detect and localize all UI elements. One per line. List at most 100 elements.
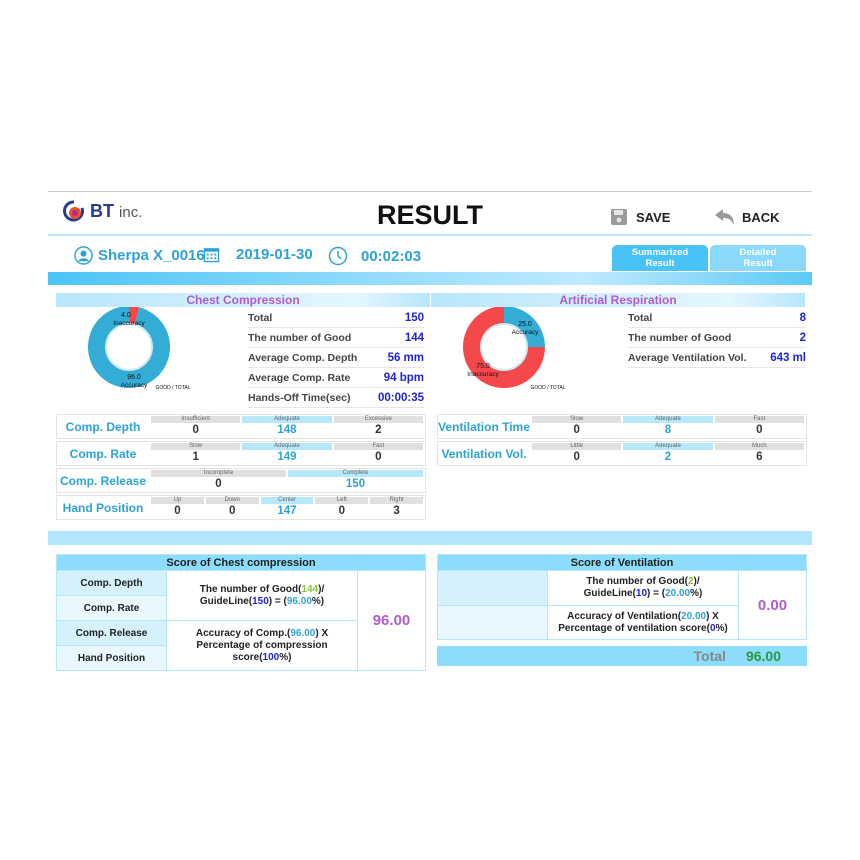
detail-cell-value: 2 <box>375 424 382 436</box>
clock-icon <box>328 246 348 266</box>
stat-row: Hands-Off Time(sec) 00:00:35 <box>248 388 424 408</box>
detail-cell: Incomplete 0 <box>151 470 286 491</box>
tab-detailed-result[interactable]: Detailed Result <box>710 245 806 271</box>
detail-cell: Right 3 <box>370 497 423 518</box>
accuracy-value: 25.0 <box>518 321 532 328</box>
detail-row-label: Comp. Rate <box>69 446 137 461</box>
chest-compression-title: Chest Compression <box>56 293 430 307</box>
back-arrow-icon <box>715 209 734 225</box>
detail-cell-value: 1 <box>192 451 199 463</box>
vent-good-ratio: The number of Good(2)/GuideLine(10) = (2… <box>547 570 739 606</box>
chest-donut-chart: 4.0Inaccuracy 96.0Accuracy GOOD / TOTAL <box>88 307 191 391</box>
vent-score-value: 0.00 <box>738 570 807 640</box>
stat-value: 643 ml <box>770 351 806 364</box>
chest-score-title: Score of Chest compression <box>56 554 426 571</box>
stat-label: The number of Good <box>628 331 732 344</box>
vent-score-table: Score of Ventilation The number of Good(… <box>437 554 807 640</box>
stat-value: 2 <box>799 331 806 344</box>
logo: BT inc. <box>62 198 142 224</box>
chest-score-table: Score of Chest compression Comp. Depth T… <box>56 554 426 671</box>
session-date: 2019-01-30 <box>236 246 313 263</box>
inaccuracy-label: Inaccuracy <box>113 320 145 327</box>
stat-label: The number of Good <box>248 331 352 344</box>
brand-name: BT inc. <box>90 200 143 221</box>
detail-cell-value: 6 <box>756 451 763 463</box>
detail-cell-header: Complete <box>288 470 423 477</box>
chest-stats: Total 150 The number of Good 144 Average Com… <box>248 308 424 408</box>
detail-cell: Left 0 <box>315 497 369 518</box>
detail-cell: Complete 150 <box>288 470 423 491</box>
total-score-bar: Total 96.00 <box>437 646 807 666</box>
detail-cell-header: Adequate <box>623 416 713 423</box>
detail-row: Comp. Depth Insufficient 0 Adequate 148 Exces… <box>56 414 426 439</box>
stat-row: Average Ventilation Vol. 643 ml <box>628 348 806 368</box>
stat-label: Average Comp. Depth <box>248 351 358 364</box>
user-name: Sherpa X_0016 <box>98 247 205 264</box>
stat-row: The number of Good 144 <box>248 328 424 348</box>
detail-cell-value: 0 <box>338 505 345 517</box>
stat-value: 150 <box>404 311 424 324</box>
detail-cell: Adequate 2 <box>623 443 713 464</box>
tab-summarized-result[interactable]: Summarized Result <box>612 245 708 271</box>
artificial-respiration-title: Artificial Respiration <box>431 293 805 307</box>
detail-cell-header: Right <box>370 497 423 504</box>
detail-cell-header: Fast <box>714 416 804 423</box>
detail-cell-header: Center <box>260 497 314 504</box>
detail-row-label: Comp. Depth <box>65 419 141 434</box>
save-icon <box>611 209 627 225</box>
stat-value: 94 bpm <box>383 371 424 384</box>
detail-row: Hand Position Up 0 Down 0 Center 147 Left 0 Right… <box>56 495 426 520</box>
detail-cell-value: 0 <box>215 478 222 490</box>
detail-cell: Adequate 8 <box>623 416 713 437</box>
detail-cell-value: 0 <box>573 424 580 436</box>
session-time: 00:02:03 <box>361 247 422 265</box>
save-label: SAVE <box>636 209 671 225</box>
detail-row-label: Hand Position <box>62 500 144 515</box>
detail-cell: Insufficient 0 <box>151 416 241 437</box>
detail-cell: Adequate 149 <box>242 443 332 464</box>
total-value: 96.00 <box>745 648 781 664</box>
resp-donut-chart: 25.0Accuracy 75.0Inaccuracy GOOD / TOTAL <box>463 307 566 391</box>
header: BT inc. RESULT SAVE BACK <box>48 192 812 236</box>
detail-cell-header: Adequate <box>242 443 332 450</box>
detail-cell-header: Little <box>532 443 622 450</box>
detail-cell-value: 150 <box>345 478 366 490</box>
stat-label: Average Comp. Rate <box>248 371 351 384</box>
detail-cell: Much 6 <box>714 443 804 464</box>
detail-cell-header: Slow <box>532 416 622 423</box>
stat-row: Average Comp. Depth 56 mm <box>248 348 424 368</box>
save-button[interactable]: SAVE <box>610 208 670 226</box>
logo-icon <box>63 200 84 222</box>
result-screen: BT inc. RESULT SAVE BACK Sherpa X_0016 2… <box>48 191 812 671</box>
detail-cell-header: Left <box>315 497 369 504</box>
detail-cell-header: Adequate <box>242 416 332 423</box>
detail-cell-header: Excessive <box>333 416 423 423</box>
donut-caption: GOOD / TOTAL <box>155 385 190 391</box>
detail-cell: Fast 0 <box>333 443 423 464</box>
back-button[interactable]: BACK <box>714 208 780 226</box>
stat-label: Hands-Off Time(sec) <box>248 391 351 404</box>
detail-cell-value: 0 <box>375 451 382 463</box>
chest-score-value: 96.00 <box>357 570 426 671</box>
stat-row: The number of Good 2 <box>628 328 806 348</box>
inaccuracy-value: 4.0 <box>121 312 131 319</box>
page-title: RESULT <box>377 200 483 230</box>
detail-cell-header: Fast <box>333 443 423 450</box>
stat-value: 144 <box>404 331 424 344</box>
total-label: Total <box>693 648 726 664</box>
detail-row: Comp. Release Incomplete 0 Complete 150 <box>56 468 426 493</box>
detail-cell-value: 0 <box>756 424 763 436</box>
score-label-rate: Comp. Rate <box>56 595 167 621</box>
detail-cell-value: 148 <box>277 424 297 436</box>
accuracy-label: Accuracy <box>121 382 148 389</box>
divider-bar <box>48 272 812 285</box>
detail-cell: Fast 0 <box>714 416 804 437</box>
detail-cell: Down 0 <box>205 497 259 518</box>
detail-cell-header: Adequate <box>623 443 713 450</box>
detail-cell-value: 147 <box>277 505 297 517</box>
detail-cell-value: 8 <box>664 424 672 436</box>
detail-cell-value: 0 <box>228 505 236 517</box>
accuracy-label: Accuracy <box>512 329 539 336</box>
detail-cell: Excessive 2 <box>333 416 423 437</box>
chest-accuracy-formula: Accuracy of Comp.(96.00) X Percentage of … <box>166 620 358 671</box>
